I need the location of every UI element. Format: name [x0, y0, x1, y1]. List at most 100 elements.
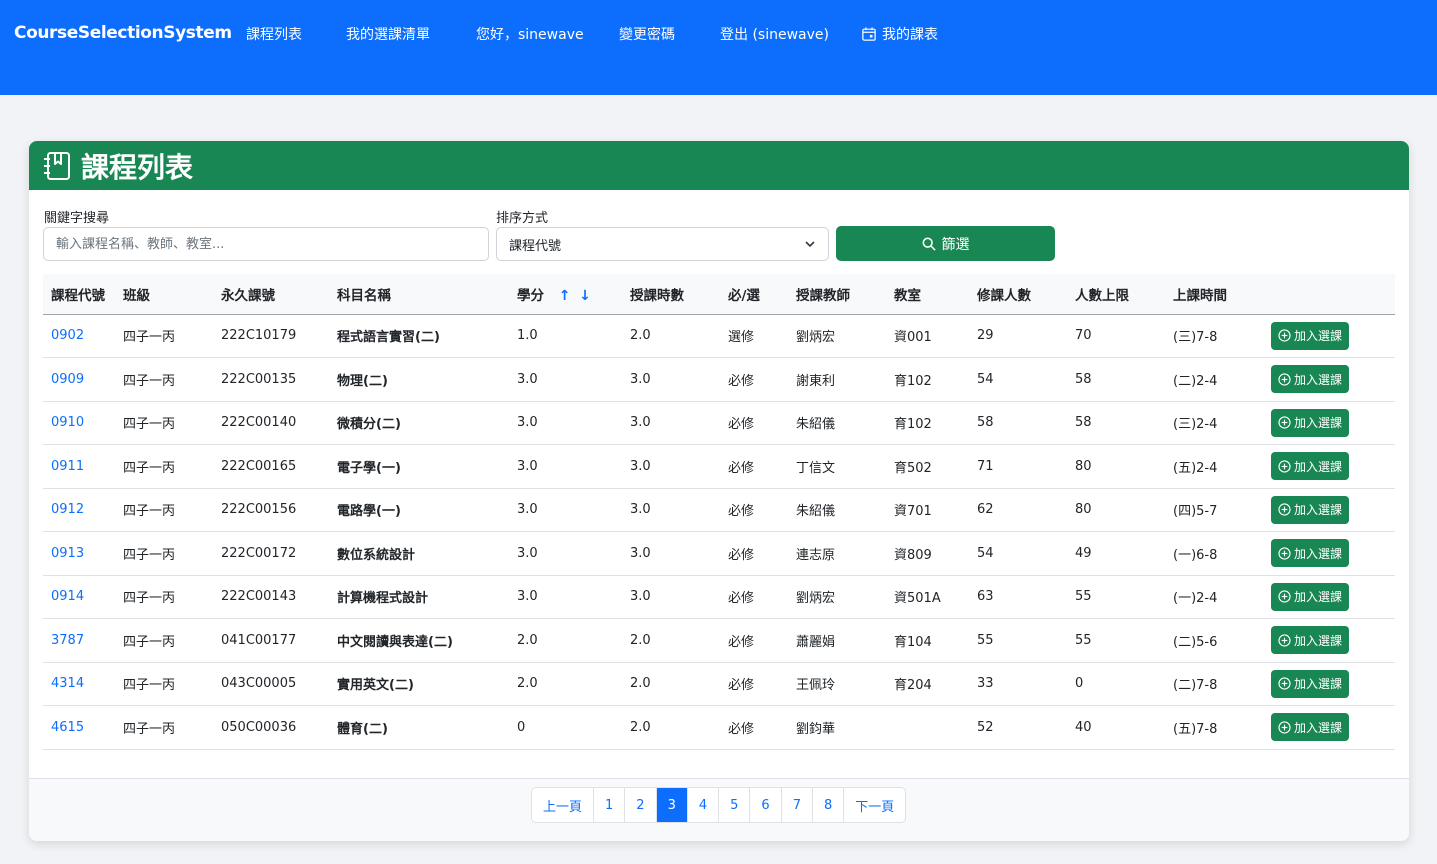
cell-hours: 3.0: [622, 531, 720, 576]
page-1-button[interactable]: 1: [593, 788, 624, 822]
filter-button[interactable]: 篩選: [836, 226, 1055, 261]
add-course-button[interactable]: 加入選課: [1271, 626, 1350, 655]
prev-page-button[interactable]: 上一頁: [532, 788, 593, 822]
plus-circle-icon: [1278, 503, 1291, 516]
table-header-row: 課程代號 班級 永久課號 科目名稱 學分 ↑ ↓ 授課時數 必/選 授課教師 教…: [43, 274, 1395, 315]
cell-course-code[interactable]: 0913: [43, 531, 115, 576]
cell-course-code[interactable]: 0911: [43, 444, 115, 489]
cell-credits: 3.0: [509, 531, 622, 576]
cell-time: (三)7-8: [1165, 314, 1263, 358]
sort-desc-icon[interactable]: ↓: [579, 288, 591, 304]
cell-course-code[interactable]: 3787: [43, 618, 115, 663]
add-course-button[interactable]: 加入選課: [1271, 452, 1350, 481]
add-course-button[interactable]: 加入選課: [1271, 495, 1350, 524]
add-course-button[interactable]: 加入選課: [1271, 669, 1350, 698]
nav-greeting[interactable]: 您好，sinewave: [476, 24, 584, 44]
next-page-button[interactable]: 下一頁: [843, 788, 905, 822]
cell-course-code[interactable]: 0902: [43, 314, 115, 358]
add-course-label: 加入選課: [1294, 372, 1343, 387]
add-course-button[interactable]: 加入選課: [1271, 713, 1350, 742]
cell-hours: 2.0: [622, 618, 720, 663]
page-4-button[interactable]: 4: [686, 788, 718, 822]
nav-course-list[interactable]: 課程列表: [246, 24, 302, 44]
cell-class: 四子一丙: [115, 357, 213, 402]
cell-limit: 58: [1067, 357, 1165, 402]
cell-course-code[interactable]: 0910: [43, 401, 115, 445]
add-course-button[interactable]: 加入選課: [1271, 408, 1350, 437]
cell-room: 資701: [886, 488, 969, 532]
brand-link[interactable]: CourseSelectionSystem: [14, 23, 232, 43]
cell-teacher: 謝東利: [788, 357, 886, 402]
header-enrolled: 修課人數: [969, 274, 1067, 315]
cell-enrolled: 33: [969, 662, 1067, 706]
cell-time: (一)2-4: [1165, 575, 1263, 619]
page-5-button[interactable]: 5: [718, 788, 749, 822]
header-time: 上課時間: [1165, 274, 1263, 315]
cell-class: 四子一丙: [115, 618, 213, 663]
page-8-button[interactable]: 8: [811, 788, 843, 822]
add-course-label: 加入選課: [1294, 590, 1343, 605]
cell-room: 育104: [886, 618, 969, 663]
plus-circle-icon: [1278, 590, 1291, 603]
sort-asc-icon[interactable]: ↑: [559, 288, 571, 304]
cell-enrolled: 71: [969, 444, 1067, 489]
cell-subject: 中文閱讀與表達(二): [329, 618, 509, 663]
cell-permanent-no: 222C10179: [213, 314, 329, 358]
cell-subject: 計算機程式設計: [329, 575, 509, 619]
course-list-card: 課程列表 關鍵字搜尋 排序方式 課程代號 篩選 課程代號 班級 永久課號 科目名…: [29, 141, 1409, 841]
add-course-label: 加入選課: [1294, 503, 1343, 518]
cell-action: 加入選課: [1263, 314, 1395, 358]
cell-credits: 3.0: [509, 444, 622, 489]
sort-select[interactable]: 課程代號: [496, 227, 829, 261]
cell-hours: 3.0: [622, 444, 720, 489]
cell-class: 四子一丙: [115, 662, 213, 706]
cell-subject: 體育(二): [329, 705, 509, 750]
table-row: 0913 四子一丙 222C00172 數位系統設計 3.0 3.0 必修 連志原 資809 54…: [43, 531, 1395, 576]
header-limit: 人數上限: [1067, 274, 1165, 315]
page-7-button[interactable]: 7: [780, 788, 812, 822]
cell-course-code[interactable]: 0914: [43, 575, 115, 619]
cell-hours: 2.0: [622, 314, 720, 358]
cell-time: (二)7-8: [1165, 662, 1263, 706]
table-row: 0910 四子一丙 222C00140 微積分(二) 3.0 3.0 必修 朱紹儀 育102 58…: [43, 401, 1395, 445]
nav-change-password[interactable]: 變更密碼: [619, 24, 675, 44]
plus-circle-icon: [1278, 460, 1291, 473]
cell-subject: 微積分(二): [329, 401, 509, 445]
cell-course-code[interactable]: 4615: [43, 705, 115, 750]
add-course-label: 加入選課: [1294, 459, 1343, 474]
nav-my-schedule[interactable]: 我的課表: [862, 24, 938, 44]
cell-class: 四子一丙: [115, 705, 213, 750]
page-6-button[interactable]: 6: [749, 788, 780, 822]
cell-action: 加入選課: [1263, 444, 1395, 489]
cell-course-code[interactable]: 0909: [43, 357, 115, 402]
cell-permanent-no: 222C00143: [213, 575, 329, 619]
cell-time: (四)5-7: [1165, 488, 1263, 532]
page-3-button[interactable]: 3: [655, 788, 687, 822]
pagination: 上一頁 1 2 3 4 5 6 7 8 下一頁: [531, 787, 907, 823]
cell-course-code[interactable]: 0912: [43, 488, 115, 532]
cell-action: 加入選課: [1263, 705, 1395, 750]
cell-credits: 2.0: [509, 618, 622, 663]
cell-permanent-no: 222C00135: [213, 357, 329, 402]
cell-teacher: 朱紹儀: [788, 401, 886, 445]
page-2-button[interactable]: 2: [624, 788, 655, 822]
cell-course-code[interactable]: 4314: [43, 662, 115, 706]
cell-action: 加入選課: [1263, 401, 1395, 445]
cell-room: 育102: [886, 401, 969, 445]
add-course-button[interactable]: 加入選課: [1271, 321, 1350, 350]
nav-my-selection[interactable]: 我的選課清單: [346, 24, 430, 44]
cell-time: (一)6-8: [1165, 531, 1263, 576]
search-input[interactable]: [43, 227, 489, 261]
header-room: 教室: [886, 274, 969, 315]
nav-logout[interactable]: 登出 (sinewave): [720, 24, 829, 44]
table-row: 0902 四子一丙 222C10179 程式語言實習(二) 1.0 2.0 選修 劉炳宏 資00…: [43, 314, 1395, 358]
add-course-button[interactable]: 加入選課: [1271, 582, 1350, 611]
cell-class: 四子一丙: [115, 488, 213, 532]
cell-credits: 2.0: [509, 662, 622, 706]
add-course-button[interactable]: 加入選課: [1271, 539, 1350, 568]
header-action: [1263, 274, 1395, 315]
add-course-button[interactable]: 加入選課: [1271, 365, 1350, 394]
nav-course-list-label: 課程列表: [246, 27, 302, 43]
nav-my-selection-label: 我的選課清單: [346, 27, 430, 43]
cell-enrolled: 29: [969, 314, 1067, 358]
